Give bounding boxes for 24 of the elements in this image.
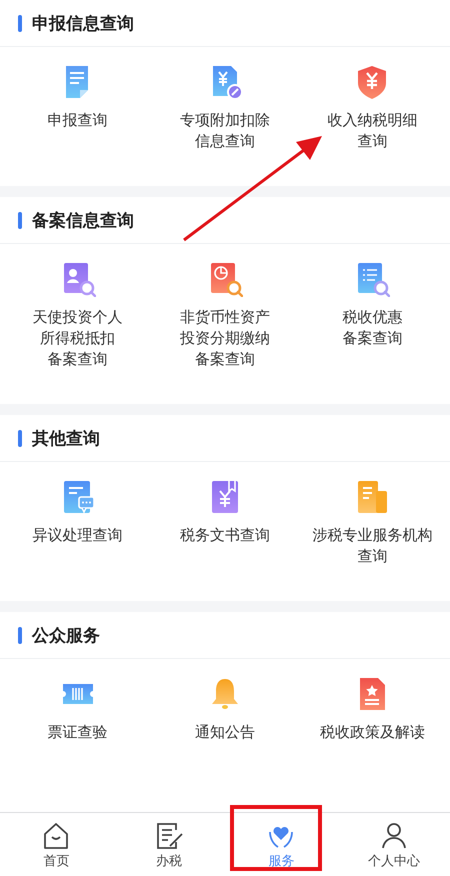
section-title: 申报信息查询 bbox=[32, 12, 134, 34]
service-item[interactable]: 涉税专业服务机构 查询 bbox=[312, 479, 432, 567]
service-item[interactable]: 税收优惠 备案查询 bbox=[342, 261, 402, 370]
title-bar-marker bbox=[18, 212, 22, 228]
service-item[interactable]: 通知公告 bbox=[194, 676, 255, 743]
service-item[interactable]: 税务文书查询 bbox=[180, 479, 270, 567]
service-item[interactable]: 票证查验 bbox=[48, 676, 108, 743]
title-bar-marker bbox=[18, 14, 22, 32]
service-item[interactable]: 申报查询 bbox=[48, 64, 108, 152]
service-item[interactable]: 税收政策及解读 bbox=[320, 676, 425, 743]
title-bar-marker bbox=[18, 626, 22, 644]
section-title: 公众服务 bbox=[32, 624, 100, 646]
nav-tab[interactable]: 个人中心 bbox=[338, 813, 450, 876]
section-title: 其他查询 bbox=[32, 428, 100, 450]
service-item[interactable]: 非货币性资产 投资分期缴纳 备案查询 bbox=[180, 261, 270, 370]
title-bar-marker bbox=[18, 430, 22, 446]
nav-tab[interactable]: 办税 bbox=[112, 813, 225, 876]
service-item[interactable]: 天使投资个人 所得税抵扣 备案查询 bbox=[32, 261, 123, 370]
section-title: 备案信息查询 bbox=[32, 210, 134, 232]
nav-tab[interactable]: 首页 bbox=[0, 813, 112, 876]
service-item[interactable]: 专项附加扣除 信息查询 bbox=[180, 64, 270, 152]
service-item[interactable]: 异议处理查询 bbox=[32, 479, 123, 567]
service-item[interactable]: 收入纳税明细 查询 bbox=[327, 64, 418, 152]
nav-tab[interactable]: 服务 bbox=[225, 813, 338, 876]
